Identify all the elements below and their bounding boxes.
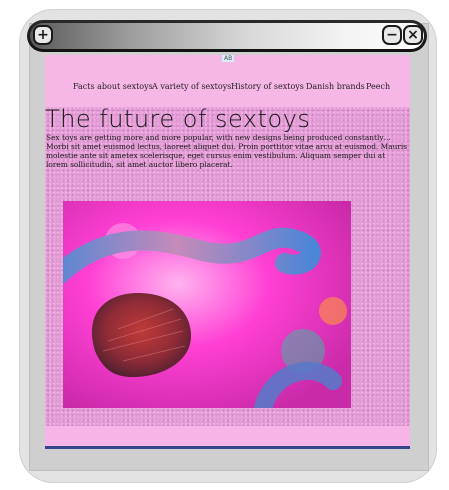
page-footer [45,426,410,448]
marble-blob [319,297,347,325]
close-button[interactable]: × [403,25,423,45]
page-title: The future of sextoys [45,105,311,133]
minimize-button[interactable]: − [382,25,402,45]
close-icon: × [407,27,419,43]
hero-artwork [63,201,351,408]
window-titlebar[interactable]: + − × [27,20,427,52]
nav-danish-brands[interactable]: Danish brands [306,82,365,91]
main-nav: Facts about sextoys A variety of sextoys… [45,82,410,96]
nav-peech[interactable]: Peech [366,82,390,91]
web-page: AB Facts about sextoys A variety of sext… [45,55,410,448]
nav-facts[interactable]: Facts about sextoys [73,82,153,91]
minus-icon: − [386,27,398,43]
titlebar-gradient: + − × [30,23,424,49]
nav-variety[interactable]: A variety of sextoys [152,82,231,91]
intro-paragraph: Sex toys are getting more and more popul… [46,133,408,169]
ab-badge: AB [222,55,235,62]
add-tab-button[interactable]: + [33,25,53,45]
nav-history[interactable]: History of sextoys [231,82,304,91]
window-bottom-edge [45,446,410,449]
plus-icon: + [37,27,49,43]
